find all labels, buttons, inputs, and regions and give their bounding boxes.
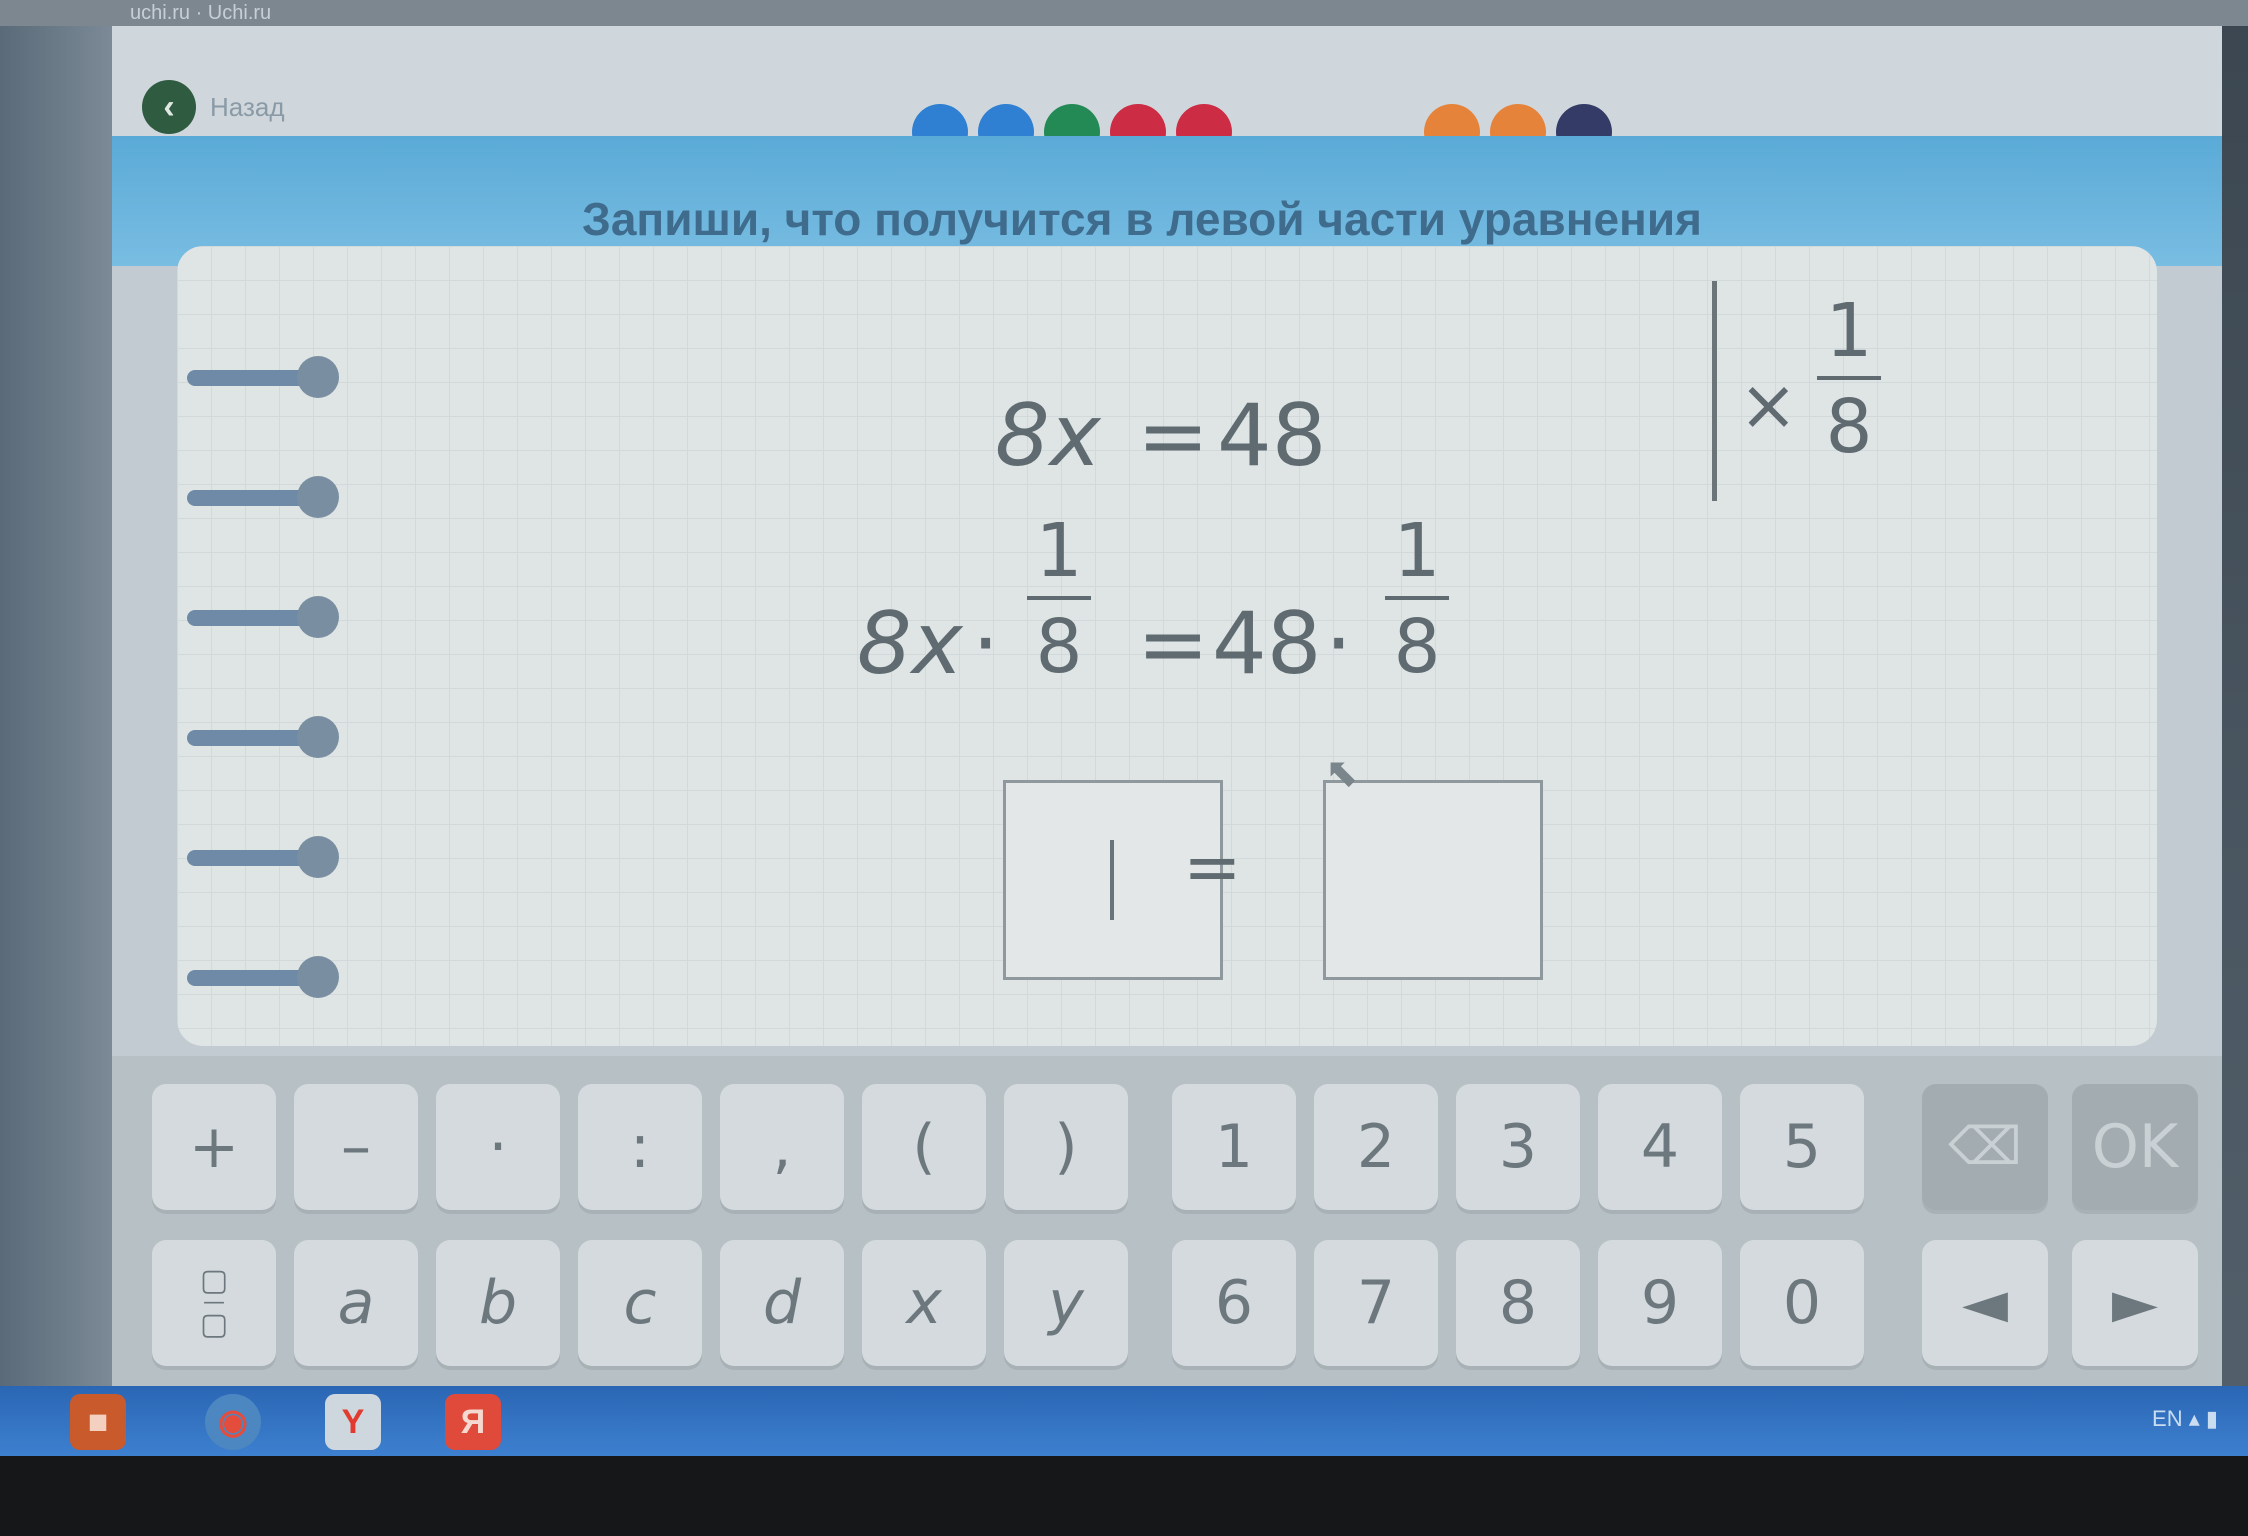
key-digit[interactable]: 7 <box>1314 1240 1438 1366</box>
browser-tab-bar: uchi.ru · Uchi.ru <box>0 0 2248 26</box>
line2-numerator-1: 1 <box>1035 508 1083 594</box>
fraction-line <box>1027 596 1091 600</box>
notebook-ring <box>187 956 347 998</box>
key-symbol[interactable]: , <box>720 1084 844 1210</box>
back-button[interactable]: ‹ Назад <box>142 80 285 134</box>
notebook-sheet: 8x = 48 × 1 8 8x · 1 8 = 48 · 1 8 = <box>177 246 2157 1046</box>
chevron-left-icon: ‹ <box>142 80 196 134</box>
task-title: Запиши, что получится в левой части урав… <box>582 193 1702 245</box>
mouse-pointer-icon: ⬉ <box>1325 751 1359 795</box>
uchi-app: ‹ Назад Запиши, что получится в левой ча… <box>112 26 2222 1386</box>
key-digit[interactable]: 6 <box>1172 1240 1296 1366</box>
yandex-browser-icon[interactable]: Y <box>325 1394 381 1450</box>
multiply-sign: × <box>1739 364 1798 446</box>
top-bar: ‹ Назад <box>112 26 2222 160</box>
line2-dot-2: · <box>1325 594 1353 694</box>
line2-right: 48 <box>1212 594 1322 694</box>
key-variable[interactable]: x <box>862 1240 986 1366</box>
line1-left: 8x <box>995 386 1101 486</box>
operation-fraction: 1 8 <box>1817 288 1881 470</box>
line2-denominator-2: 8 <box>1393 604 1441 690</box>
tray-up-arrow-icon[interactable]: ▴ <box>2189 1406 2200 1431</box>
text-cursor <box>1110 840 1114 920</box>
key-digit[interactable]: 9 <box>1598 1240 1722 1366</box>
key-variable[interactable]: y <box>1004 1240 1128 1366</box>
left-window-strip <box>0 26 112 1386</box>
cursor-right-key[interactable]: ► <box>2072 1240 2198 1366</box>
key-symbol[interactable]: · <box>436 1084 560 1210</box>
line2-left: 8x <box>857 594 963 694</box>
line2-fraction-2: 1 8 <box>1385 508 1449 690</box>
key-digit[interactable]: 0 <box>1740 1240 1864 1366</box>
key-digit[interactable]: 5 <box>1740 1084 1864 1210</box>
fraction-icon: ▢ — ▢ <box>199 1263 229 1342</box>
operation-divider <box>1712 281 1717 501</box>
key-digit[interactable]: 3 <box>1456 1084 1580 1210</box>
line2-numerator-2: 1 <box>1393 508 1441 594</box>
windows-taskbar: ■ ◉ Y Я EN ▴ ▮ <box>0 1386 2248 1456</box>
backspace-key[interactable]: ⌫ <box>1922 1084 2048 1210</box>
notebook-ring <box>187 476 347 518</box>
fraction-line <box>1817 376 1881 380</box>
key-symbol[interactable]: + <box>152 1084 276 1210</box>
browser-tab-title[interactable]: uchi.ru · Uchi.ru <box>130 2 271 25</box>
key-symbol[interactable]: : <box>578 1084 702 1210</box>
key-variable[interactable]: b <box>436 1240 560 1366</box>
cursor-left-key[interactable]: ◄ <box>1922 1240 2048 1366</box>
network-icon[interactable]: ▮ <box>2206 1406 2218 1431</box>
ok-button[interactable]: OK <box>2072 1084 2198 1210</box>
key-symbol[interactable]: ) <box>1004 1084 1128 1210</box>
line2-equals: = <box>1137 594 1210 694</box>
notebook-ring <box>187 716 347 758</box>
operation-denominator: 8 <box>1825 384 1873 470</box>
explorer-icon[interactable]: ■ <box>70 1394 126 1450</box>
key-variable[interactable]: d <box>720 1240 844 1366</box>
notebook-ring <box>187 836 347 878</box>
yandex-icon[interactable]: Я <box>445 1394 501 1450</box>
line3-equals: = <box>1183 826 1242 908</box>
notebook-ring <box>187 596 347 638</box>
fraction-line <box>1385 596 1449 600</box>
key-variable[interactable]: a <box>294 1240 418 1366</box>
line1-equals: = <box>1137 386 1210 486</box>
key-symbol[interactable]: – <box>294 1084 418 1210</box>
backspace-icon: ⌫ <box>1948 1117 2022 1177</box>
line2-fraction-1: 1 8 <box>1027 508 1091 690</box>
math-keyboard: + – ·:,() 1 2 3 4 5 ⌫ OK ▢ — ▢ a b c d x y 6 7 8 9 0 ◄ ► <box>112 1056 2222 1386</box>
answer-right-input[interactable] <box>1323 780 1543 980</box>
notebook-ring <box>187 356 347 398</box>
chrome-icon[interactable]: ◉ <box>205 1394 261 1450</box>
key-symbol[interactable]: ( <box>862 1084 986 1210</box>
key-digit[interactable]: 1 <box>1172 1084 1296 1210</box>
language-indicator[interactable]: EN <box>2152 1406 2183 1431</box>
operation-numerator: 1 <box>1825 288 1873 374</box>
line2-dot-1: · <box>972 594 1000 694</box>
key-digit[interactable]: 8 <box>1456 1240 1580 1366</box>
key-digit[interactable]: 4 <box>1598 1084 1722 1210</box>
back-label: Назад <box>210 91 285 122</box>
monitor-bezel <box>0 1456 2248 1536</box>
line1-right: 48 <box>1217 386 1327 486</box>
screen: uchi.ru · Uchi.ru ‹ Назад Запиши, что по… <box>0 0 2248 1536</box>
system-tray: EN ▴ ▮ <box>2152 1406 2218 1432</box>
key-digit[interactable]: 2 <box>1314 1084 1438 1210</box>
fraction-key[interactable]: ▢ — ▢ <box>152 1240 276 1366</box>
key-variable[interactable]: c <box>578 1240 702 1366</box>
line2-denominator-1: 8 <box>1035 604 1083 690</box>
